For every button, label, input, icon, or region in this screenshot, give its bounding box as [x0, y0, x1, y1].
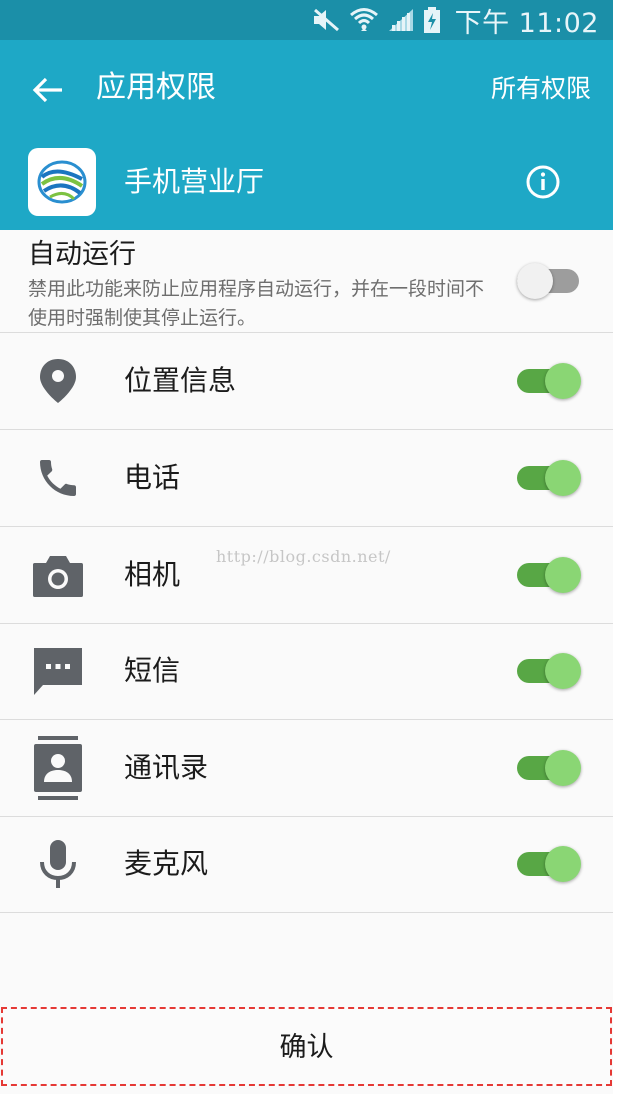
status-icons: 下午 11:02: [311, 0, 599, 40]
right-edge: [613, 0, 620, 1094]
permission-row-contacts[interactable]: 通讯录: [0, 720, 613, 817]
page-title: 应用权限: [96, 70, 216, 105]
location-toggle[interactable]: [516, 361, 582, 401]
app-bar: 应用权限 所有权限 手机营业厅: [0, 40, 613, 230]
info-icon[interactable]: [525, 164, 561, 200]
permission-row-camera[interactable]: 相机: [0, 527, 613, 624]
toggle-knob: [545, 557, 581, 593]
toggle-knob: [545, 460, 581, 496]
mute-icon: [311, 7, 341, 33]
auto-run-description: 禁用此功能来防止应用程序自动运行，并在一段时间不使用时强制使其停止运行。: [28, 278, 485, 329]
back-button[interactable]: [28, 70, 68, 110]
permission-label: 位置信息: [124, 364, 237, 397]
permission-label: 短信: [124, 654, 181, 687]
microphone-icon: [30, 836, 86, 892]
auto-run-toggle[interactable]: [516, 261, 582, 301]
permission-row-location[interactable]: 位置信息: [0, 333, 613, 430]
camera-toggle[interactable]: [516, 555, 582, 595]
all-permissions-link[interactable]: 所有权限: [491, 70, 591, 108]
phone-toggle[interactable]: [516, 458, 582, 498]
permission-label: 电话: [124, 461, 181, 494]
confirm-button[interactable]: 确认: [1, 1007, 612, 1086]
phone-icon: [30, 450, 86, 506]
message-icon: [30, 643, 86, 699]
app-name: 手机营业厅: [124, 165, 265, 198]
auto-run-row: 自动运行 禁用此功能来防止应用程序自动运行，并在一段时间不使用时强制使其停止运行…: [0, 230, 613, 333]
permission-label: 麦克风: [124, 847, 209, 880]
toggle-knob: [517, 263, 553, 299]
status-time: 下午 11:02: [454, 7, 599, 39]
permission-label: 相机: [124, 558, 181, 591]
permission-label: 通讯录: [124, 751, 209, 784]
watermark: http://blog.csdn.net/: [216, 547, 391, 566]
signal-icon: [387, 7, 415, 33]
confirm-label: 确认: [279, 1032, 334, 1063]
china-mobile-logo: [37, 160, 87, 204]
battery-charging-icon: [423, 6, 441, 34]
arrow-left-icon: [32, 77, 62, 103]
contacts-toggle[interactable]: [516, 748, 582, 788]
toggle-knob: [545, 653, 581, 689]
contacts-icon: [30, 736, 86, 800]
toggle-knob: [545, 363, 581, 399]
permission-row-phone[interactable]: 电话: [0, 430, 613, 527]
toggle-knob: [545, 750, 581, 786]
auto-run-title: 自动运行: [28, 239, 136, 270]
location-pin-icon: [30, 353, 86, 409]
camera-icon: [30, 547, 86, 603]
toggle-knob: [545, 846, 581, 882]
screen: 下午 11:02 应用权限 所有权限 手机营业厅 自动运行 禁用此功能来防止应用…: [0, 0, 613, 1094]
permission-row-microphone[interactable]: 麦克风: [0, 816, 613, 913]
microphone-toggle[interactable]: [516, 844, 582, 884]
permission-row-sms[interactable]: 短信: [0, 623, 613, 720]
app-icon: [28, 148, 96, 216]
status-bar: 下午 11:02: [0, 0, 613, 40]
sms-toggle[interactable]: [516, 651, 582, 691]
wifi-icon: [349, 6, 379, 34]
